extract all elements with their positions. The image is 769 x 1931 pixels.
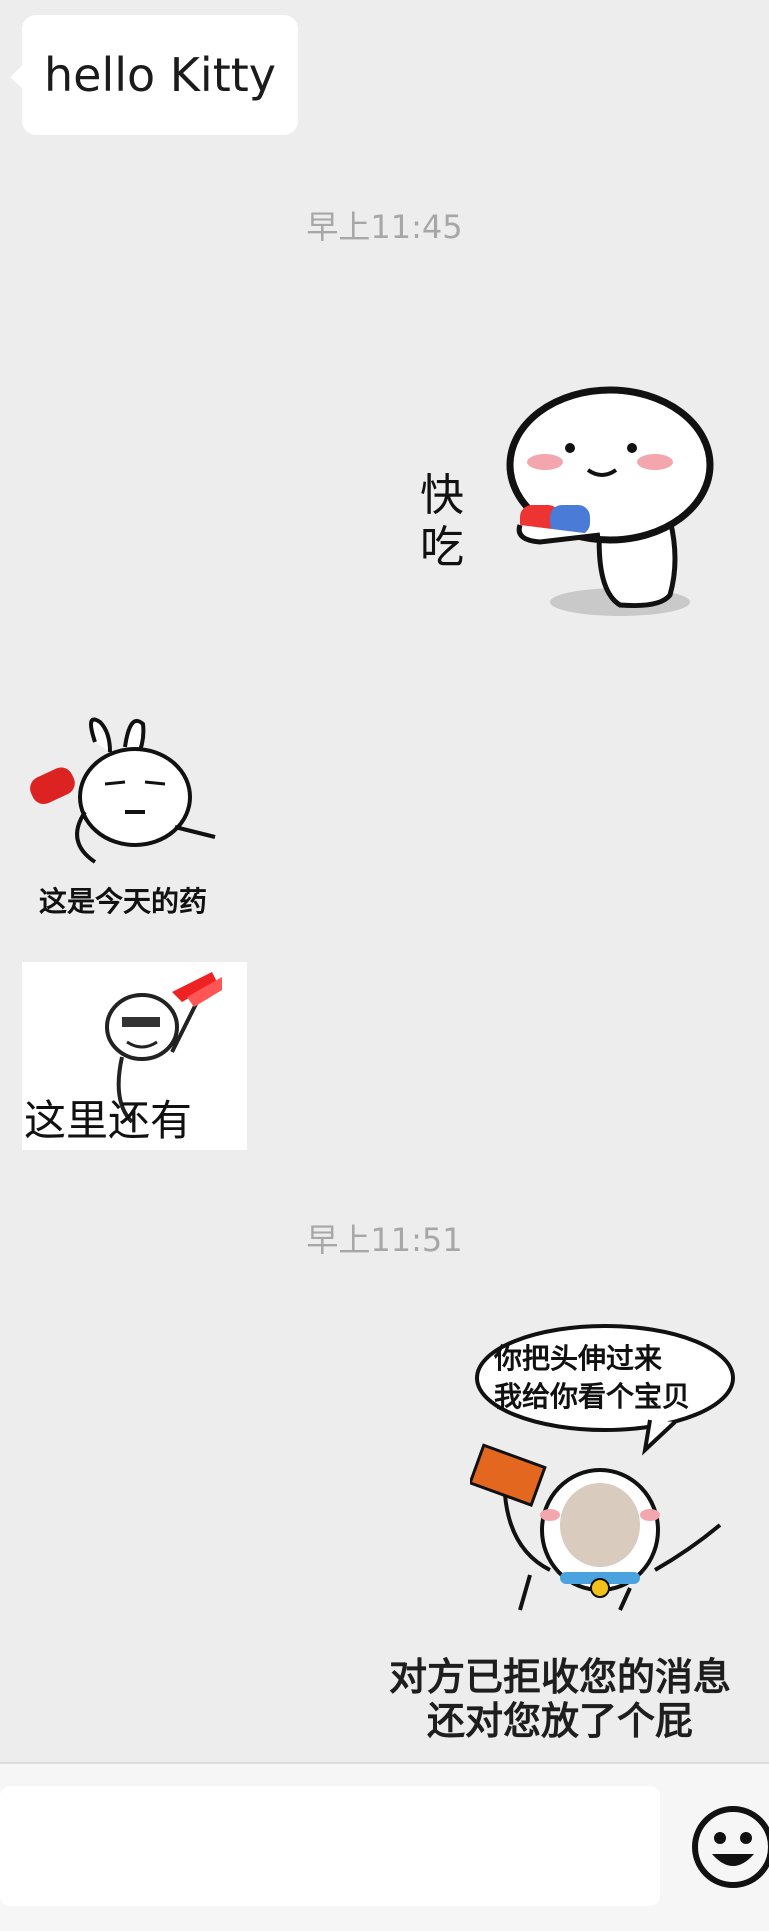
system-message-line2: 还对您放了个屁: [426, 1699, 693, 1743]
sticker-caption: 这里还有: [24, 1096, 193, 1145]
smiley-face-icon[interactable]: [690, 1804, 769, 1890]
timestamp: 早上11:51: [306, 1221, 463, 1259]
message-text: hello Kitty: [43, 48, 277, 102]
message-input[interactable]: [0, 1786, 660, 1906]
message-bubble-left[interactable]: hello Kitty: [10, 15, 298, 135]
bubble-tail: [10, 65, 23, 89]
rabbit-medicine-sticker[interactable]: 这是今天的药: [25, 712, 225, 918]
timestamp: 早上11:45: [306, 208, 463, 246]
dumpling-pill-sticker[interactable]: 快吃: [420, 370, 740, 630]
brick-cat-sticker[interactable]: 你把头伸过来 我给你看个宝贝: [470, 1320, 740, 1620]
input-bar: [0, 1762, 769, 1931]
sticker-caption: 你把头伸过来 我给你看个宝贝: [494, 1342, 691, 1413]
system-message: 对方已拒收您的消息 还对您放了个屁: [360, 1655, 760, 1743]
sticker-caption: 这是今天的药: [39, 885, 208, 918]
more-pills-sticker[interactable]: 这里还有: [22, 962, 247, 1150]
system-message-line1: 对方已拒收您的消息: [388, 1655, 731, 1699]
sticker-caption: 快吃: [420, 470, 464, 573]
